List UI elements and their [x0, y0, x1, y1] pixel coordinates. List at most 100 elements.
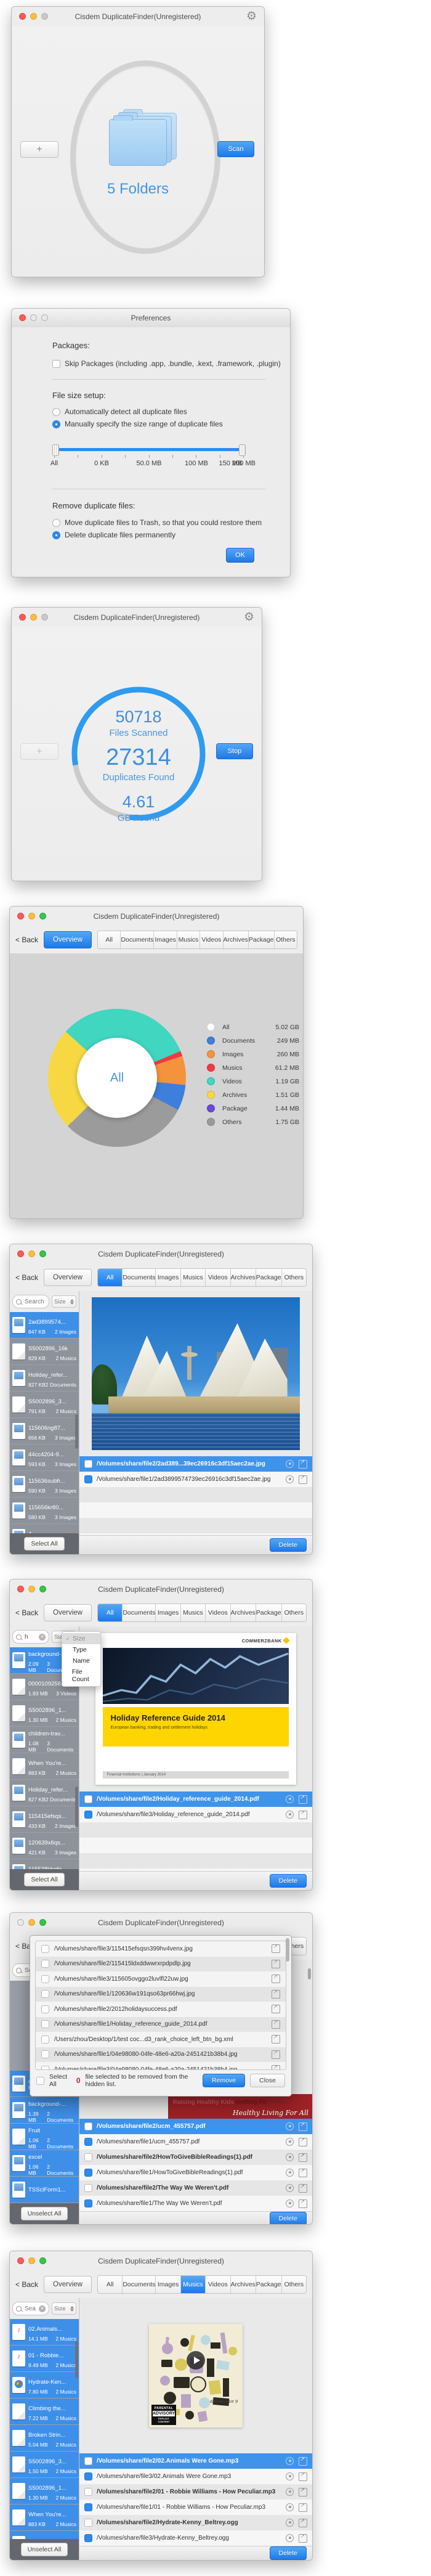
duplicate-group-item[interactable]: background-... 1.39 MB 2 Documents: [10, 2097, 79, 2123]
preview-icon[interactable]: [286, 2519, 294, 2527]
duplicate-group-item[interactable]: S5002896_3... 791 KB 2 Musics: [10, 1392, 79, 1417]
search-field[interactable]: [12, 1295, 49, 1308]
duplicate-group-item[interactable]: 115636subfr... 590 KB 3 Images: [10, 1471, 79, 1497]
reveal-icon[interactable]: [299, 2534, 307, 2543]
sidebar-scrollbar[interactable]: [75, 1787, 78, 1827]
file-checkbox[interactable]: [84, 2534, 92, 2542]
duplicate-group-item[interactable]: S5002896_16k: [10, 2531, 79, 2539]
close-button[interactable]: [17, 1919, 24, 1926]
hidden-file-checkbox[interactable]: [41, 2036, 49, 2044]
trash-radio[interactable]: [52, 519, 60, 527]
category-tab[interactable]: Musics: [177, 931, 200, 948]
preview-icon[interactable]: [286, 2184, 294, 2192]
category-tab[interactable]: Videos: [206, 2276, 230, 2293]
legend-row[interactable]: Images 260 MB: [207, 1050, 299, 1058]
gear-icon[interactable]: ⚙: [246, 9, 257, 24]
file-checkbox[interactable]: [84, 1811, 92, 1819]
select-all-button[interactable]: Select All: [24, 1873, 64, 1886]
reveal-icon[interactable]: [299, 2153, 307, 2162]
back-button[interactable]: < Back: [15, 1608, 38, 1617]
file-row[interactable]: /Volumes/share/file2/Hydrate-Kenny_Beltr…: [79, 2515, 312, 2530]
minimize-button[interactable]: [28, 1250, 35, 1257]
file-row[interactable]: /Volumes/share/file1/ucm_455757.pdf: [79, 2134, 312, 2150]
preview-icon[interactable]: [286, 2534, 294, 2542]
duplicate-group-item[interactable]: When You're... 883 KB 2 Musics: [10, 2505, 79, 2530]
duplicate-group-item[interactable]: TSSclForm1...: [10, 2177, 79, 2203]
dialog-select-all-checkbox[interactable]: [36, 2077, 44, 2085]
hidden-file-row[interactable]: /Volumes/share/file3/115415efsqsn399hv4v…: [36, 1941, 286, 1957]
auto-detect-option[interactable]: Automatically detect all duplicate files: [52, 407, 187, 416]
overview-button[interactable]: Overview: [44, 931, 92, 948]
duplicate-group-item[interactable]: S5002896_3... 1.50 MB 2 Musics: [10, 2452, 79, 2477]
category-tab[interactable]: Images: [156, 2276, 180, 2293]
duplicate-group-item[interactable]: 115538khqfe... 353 KB 3 Images: [10, 1859, 79, 1869]
category-tab[interactable]: Videos: [206, 1604, 230, 1621]
duplicate-group-item[interactable]: When You're... 883 KB 2 Musics: [10, 1753, 79, 1779]
reveal-icon[interactable]: [272, 2005, 280, 2013]
zoom-button[interactable]: [39, 2257, 46, 2264]
file-row[interactable]: /Volumes/share/file3/02.Animals Were Gon…: [79, 2469, 312, 2484]
clear-search-icon[interactable]: ✕: [39, 2305, 46, 2312]
zoom-button[interactable]: [39, 1919, 46, 1926]
file-row[interactable]: /Volumes/share/file3/Holiday_reference_g…: [79, 1807, 312, 1822]
preview-icon[interactable]: [286, 2488, 294, 2496]
hidden-file-checkbox[interactable]: [41, 2005, 49, 2013]
category-tab[interactable]: Package: [249, 931, 275, 948]
file-row[interactable]: /Volumes/share/file1/HowToGiveBibleReadi…: [79, 2165, 312, 2180]
file-checkbox[interactable]: [84, 2457, 92, 2465]
overview-button[interactable]: Overview: [44, 1604, 92, 1621]
preview-icon[interactable]: [286, 2199, 294, 2207]
category-tab[interactable]: Package: [256, 1604, 282, 1621]
sidebar-scrollbar[interactable]: [75, 1414, 78, 1449]
sort-menu-item[interactable]: Name: [62, 1655, 100, 1666]
duplicate-group-item[interactable]: 115415efsqs... 433 KB 2 Images: [10, 1806, 79, 1832]
select-all-button[interactable]: Select All: [24, 1537, 64, 1551]
hidden-file-row[interactable]: /Volumes/share/file1/120636w191qso63pr66…: [36, 1987, 286, 2002]
close-button[interactable]: [17, 2257, 24, 2264]
reveal-icon[interactable]: [299, 2184, 307, 2193]
gear-icon[interactable]: ⚙: [244, 610, 254, 625]
hidden-file-row[interactable]: /Volumes/share/file1/Holiday_reference_g…: [36, 2017, 286, 2032]
clear-search-icon[interactable]: ✕: [39, 1634, 46, 1641]
preview-icon[interactable]: [286, 2503, 294, 2511]
category-tab[interactable]: Others: [275, 931, 297, 948]
duplicate-group-item[interactable]: Fruit 1.06 MB 2 Documents: [10, 2124, 79, 2150]
reveal-icon[interactable]: [299, 1795, 307, 1804]
overview-button[interactable]: Overview: [44, 2276, 92, 2293]
sort-menu-item[interactable]: File Count: [62, 1666, 100, 1685]
category-tab[interactable]: Images: [156, 1269, 180, 1286]
stop-button[interactable]: Stop: [216, 743, 253, 759]
file-checkbox[interactable]: [84, 1475, 92, 1483]
preview-icon[interactable]: [286, 2138, 294, 2146]
preview-icon[interactable]: [286, 1795, 294, 1803]
duplicate-group-item[interactable]: Broken Strin... 5.04 MB 2 Musics: [10, 2425, 79, 2451]
file-row[interactable]: /Volumes/share/file2/ucm_455757.pdf: [79, 2119, 312, 2134]
close-button[interactable]: [17, 1250, 24, 1257]
file-checkbox[interactable]: [84, 1795, 92, 1803]
legend-row[interactable]: Musics 61.2 MB: [207, 1064, 299, 1072]
category-tab[interactable]: Others: [282, 1269, 306, 1286]
search-input[interactable]: [23, 1298, 46, 1306]
search-input[interactable]: [23, 1633, 37, 1641]
main-scrollbar[interactable]: [308, 1968, 311, 1979]
duplicate-group-item[interactable]: 120639x6qs... 421 KB 3 Images: [10, 1833, 79, 1859]
duplicate-group-item[interactable]: Climbing the... 7.22 MB 2 Musics: [10, 2399, 79, 2424]
close-button[interactable]: [19, 614, 26, 621]
duplicate-group-item[interactable]: Holiday_refer... 827 KB 2 Documents: [10, 1365, 79, 1391]
manual-size-radio[interactable]: [52, 420, 60, 428]
duplicate-group-item[interactable]: 115606ng87... 656 KB 3 Images: [10, 1418, 79, 1444]
category-tab[interactable]: Musics: [181, 1604, 206, 1621]
sort-menu-item[interactable]: Type: [62, 1644, 100, 1655]
reveal-icon[interactable]: [272, 1990, 280, 1999]
preview-icon[interactable]: [286, 2153, 294, 2161]
delete-button[interactable]: Delete: [270, 2212, 307, 2225]
hidden-file-row[interactable]: /Volumes/share/file2/2012holidaysuccess.…: [36, 2002, 286, 2017]
duplicate-group-item[interactable]: Hydrate-Ken... 7.80 MB 2 Musics: [10, 2372, 79, 2398]
category-tab[interactable]: Archives: [224, 931, 249, 948]
category-tab[interactable]: Documents: [123, 2276, 156, 2293]
legend-row[interactable]: Others 1.75 GB: [207, 1118, 299, 1126]
minimize-button[interactable]: [28, 2257, 35, 2264]
delete-button[interactable]: Delete: [270, 1538, 307, 1552]
remove-button[interactable]: Remove: [203, 2074, 245, 2087]
back-button[interactable]: < Back: [15, 935, 38, 944]
